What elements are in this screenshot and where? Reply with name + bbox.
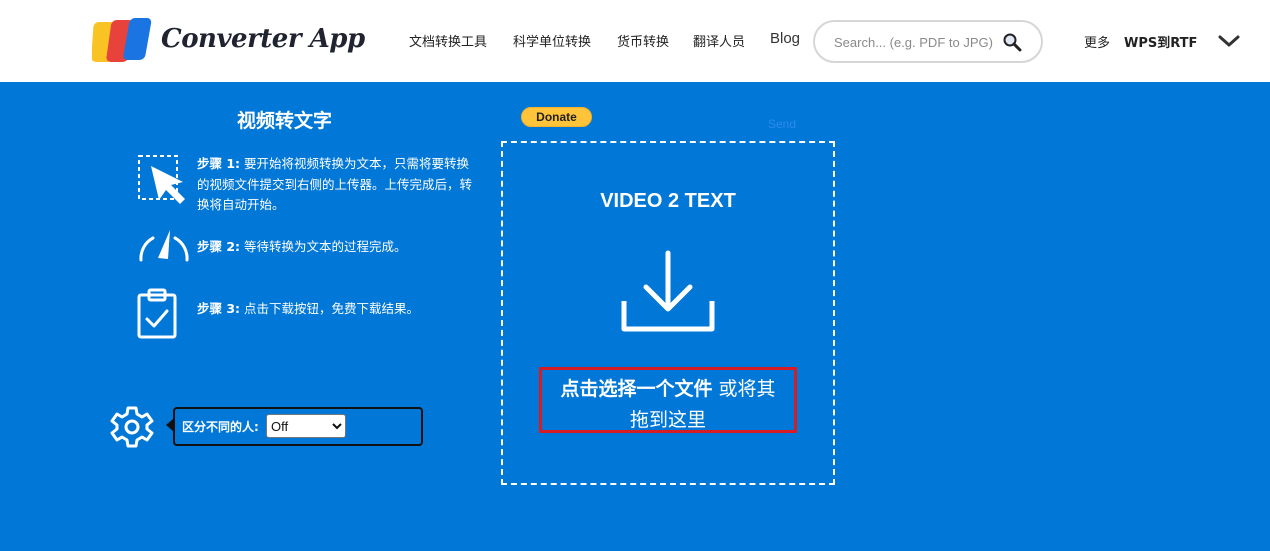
step-2-description: 等待转换为文本的过程完成。 <box>244 239 407 254</box>
step-2-text: 步骤 2: 等待转换为文本的过程完成。 <box>197 237 472 258</box>
cursor-select-icon <box>138 155 185 204</box>
download-icon <box>621 250 715 332</box>
nav-document-converter[interactable]: 文档转换工具 <box>409 31 487 50</box>
choose-file-button[interactable]: 点击选择一个文件 或将其 拖到这里 <box>539 367 797 433</box>
top-header: Converter App 文档转换工具 科学单位转换 货币转换 翻译人员 Bl… <box>0 0 1270 82</box>
gear-icon[interactable] <box>110 405 154 449</box>
search-box <box>813 20 1043 63</box>
step-3-label: 步骤 3: <box>197 301 241 316</box>
converter-app-logo-icon[interactable] <box>92 18 154 64</box>
file-drop-zone[interactable]: VIDEO 2 TEXT 点击选择一个文件 或将其 拖到这里 <box>501 141 835 485</box>
step-1-text: 步骤 1: 要开始将视频转换为文本，只需将要转换的视频文件提交到右侧的上传器。上… <box>197 154 472 216</box>
step-3-description: 点击下载按钮，免费下载结果。 <box>244 301 420 316</box>
drag-hint-end: 拖到这里 <box>629 409 706 431</box>
more-menu[interactable]: 更多 <box>1084 32 1110 51</box>
clipboard-check-icon <box>137 288 177 339</box>
speaker-diarization-label: 区分不同的人: <box>182 420 259 434</box>
nav-unit-converter[interactable]: 科学单位转换 <box>513 31 591 50</box>
search-icon[interactable] <box>1002 32 1022 52</box>
step-3-text: 步骤 3: 点击下载按钮，免费下载结果。 <box>197 299 472 320</box>
nav-currency-converter[interactable]: 货币转换 <box>617 31 669 50</box>
nav-blog[interactable]: Blog <box>770 30 800 47</box>
option-pointer <box>166 419 173 431</box>
current-tool-link[interactable]: WPS到RTF <box>1124 32 1197 51</box>
option-panel: 区分不同的人: Off <box>173 407 423 446</box>
donate-button[interactable]: Donate <box>521 107 592 127</box>
search-input[interactable] <box>834 32 999 52</box>
choose-file-label[interactable]: 点击选择一个文件 <box>560 378 712 400</box>
nav-translator[interactable]: 翻译人员 <box>693 31 745 50</box>
tool-title: 视频转文字 <box>237 110 333 132</box>
brand-name[interactable]: Converter App <box>161 24 365 54</box>
upload-title: VIDEO 2 TEXT <box>600 190 736 212</box>
step-2-label: 步骤 2: <box>197 239 241 254</box>
choose-file-line-1: 点击选择一个文件 或将其 <box>542 374 794 401</box>
send-link[interactable]: Send <box>768 117 796 131</box>
step-1-label: 步骤 1: <box>197 156 241 171</box>
chevron-down-icon[interactable] <box>1218 34 1240 48</box>
drag-hint-start: 或将其 <box>718 378 776 400</box>
gauge-icon <box>139 230 189 262</box>
speaker-diarization-select[interactable]: Off <box>266 414 346 438</box>
